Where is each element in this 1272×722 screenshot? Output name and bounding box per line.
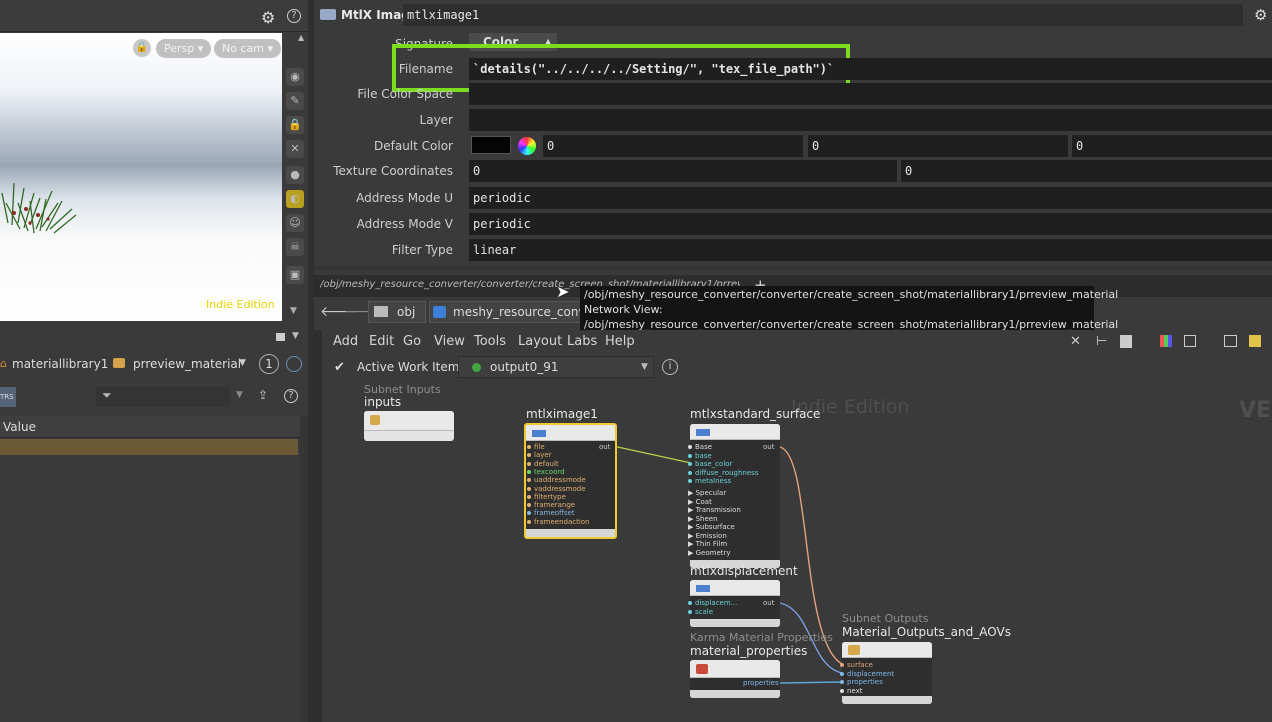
port-dot (527, 469, 531, 474)
port-label: file (534, 443, 545, 451)
port-label: scale (695, 608, 714, 616)
inputs-node-title: inputs (364, 395, 402, 409)
standard-port[interactable]: base (688, 452, 712, 460)
port-label: diffuse_roughness (695, 468, 759, 477)
displacement-port[interactable]: scale (688, 608, 713, 616)
standard-out-port[interactable]: out (763, 443, 774, 451)
outputs-port[interactable]: displacement (840, 670, 894, 678)
port-dot (688, 462, 692, 466)
wire-image-to-surface (612, 445, 692, 464)
standard-group[interactable]: ▶ Emission (688, 532, 727, 540)
displacement-port[interactable]: displacem... (688, 599, 737, 607)
image-out-port[interactable]: out (599, 443, 610, 451)
image-port[interactable]: uaddressmode (527, 476, 586, 484)
port-label: filtertype (534, 492, 566, 501)
outputs-port[interactable]: next (840, 687, 863, 695)
port-label: frameendaction (534, 517, 590, 526)
standard-node-title: mtlxstandard_surface (690, 407, 821, 421)
image-port[interactable]: framerange (527, 501, 575, 509)
image-node-icon (532, 430, 546, 437)
standard-group[interactable]: ▶ Subsurface (688, 523, 735, 531)
image-port[interactable]: texcoord (527, 468, 565, 476)
image-port[interactable]: frameoffset (527, 509, 575, 517)
inputs-node[interactable] (364, 411, 454, 441)
image-port[interactable]: default (527, 460, 559, 468)
outputs-node-subtitle: Subnet Outputs (842, 612, 929, 625)
standard-group[interactable]: ▶ Sheen (688, 515, 718, 523)
port-dot (688, 453, 692, 458)
port-label: base (695, 451, 712, 460)
port-label: vaddressmode (534, 484, 586, 493)
port-dot (688, 470, 692, 475)
port-dot (527, 461, 531, 466)
standard-group[interactable]: ▶ Coat (688, 498, 712, 506)
port-dot (527, 519, 531, 524)
port-label: metalness (695, 477, 732, 485)
port-label: properties (847, 678, 883, 686)
network-wires (612, 445, 843, 684)
port-dot (840, 671, 844, 676)
properties-out-port[interactable]: properties (743, 679, 779, 687)
port-dot (527, 478, 531, 483)
image-port[interactable]: file (527, 443, 545, 451)
port-label: base_color (695, 460, 733, 468)
properties-node-title: material_properties (690, 644, 808, 658)
standard-port[interactable]: diffuse_roughness (688, 469, 758, 477)
port-dot (840, 688, 844, 693)
outputs-node-title: Material_Outputs_and_AOVs (842, 625, 1011, 639)
port-dot (688, 610, 692, 614)
port-dot (688, 445, 692, 449)
standard-group[interactable]: ▶ Geometry (688, 549, 731, 557)
port-dot (527, 453, 531, 458)
port-label: layer (534, 451, 552, 460)
port-dot (527, 445, 531, 449)
port-label: texcoord (534, 467, 565, 476)
standard-group[interactable]: ▶ Transmission (688, 506, 741, 514)
port-label: next (847, 686, 863, 695)
port-label: uaddressmode (534, 476, 586, 485)
image-port[interactable]: layer (527, 451, 552, 459)
port-dot (688, 479, 692, 483)
port-label: surface (847, 661, 873, 669)
displacement-node-title: mtlxdisplacement (690, 564, 798, 578)
port-dot (688, 601, 692, 605)
port-dot (840, 680, 844, 684)
port-dot (527, 494, 531, 499)
properties-node-subtitle: Karma Material Properties (690, 631, 833, 644)
image-port[interactable]: frameendaction (527, 518, 590, 526)
port-label: displacement (847, 669, 895, 678)
image-node-title: mtlximage1 (526, 407, 598, 421)
image-port[interactable]: vaddressmode (527, 485, 586, 493)
port-dot (840, 663, 844, 667)
port-dot (527, 503, 531, 508)
displacement-out-port[interactable]: out (763, 599, 774, 607)
wire-properties-out (779, 681, 843, 684)
standard-port[interactable]: base_color (688, 460, 732, 468)
properties-node-icon (696, 664, 708, 674)
outputs-node-icon (848, 645, 860, 655)
port-dot (527, 486, 531, 491)
standard-group[interactable]: ▶ Specular (688, 489, 726, 497)
outputs-port[interactable]: surface (840, 661, 873, 669)
standard-node-icon (696, 429, 710, 436)
port-label: frameoffset (534, 509, 575, 518)
outputs-port[interactable]: properties (840, 678, 883, 686)
standard-port[interactable]: Base (688, 443, 712, 451)
port-label: default (534, 459, 559, 468)
port-dot (527, 511, 531, 516)
displacement-node-icon (696, 585, 710, 592)
standard-group[interactable]: ▶ Thin Film (688, 540, 727, 548)
inputs-node-icon (370, 415, 380, 425)
standard-port[interactable]: metalness (688, 477, 731, 485)
port-label: framerange (534, 501, 576, 510)
port-label: displacem... (695, 599, 738, 607)
image-port[interactable]: filtertype (527, 493, 566, 501)
port-label: Base (695, 443, 713, 451)
